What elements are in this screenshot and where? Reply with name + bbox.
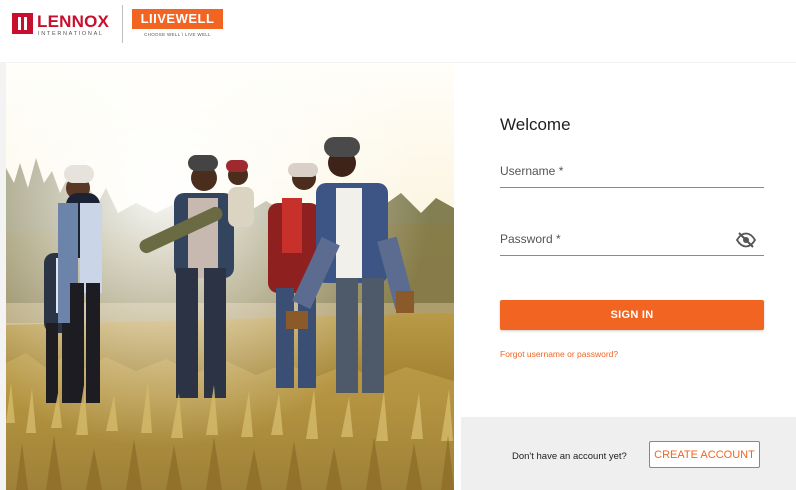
sign-in-button[interactable]: SIGN IN — [500, 300, 764, 330]
livewell-logo: LIIVEWELL CHOOSE WELL \ LIVE WELL — [132, 9, 224, 41]
signup-footer: Don't have an account yet? CREATE ACCOUN… — [461, 417, 796, 490]
livewell-name: LIIVEWELL — [132, 9, 223, 29]
username-field[interactable]: Username * — [500, 159, 764, 188]
lennox-mark-icon — [12, 13, 33, 34]
password-field[interactable]: Password * — [500, 227, 764, 256]
lennox-name: LENNOX — [37, 12, 110, 31]
welcome-heading: Welcome — [500, 115, 571, 134]
logo-divider — [122, 5, 123, 43]
login-form-panel: Welcome Username * Password * SIGN IN Fo… — [461, 63, 796, 490]
create-account-button[interactable]: CREATE ACCOUNT — [649, 441, 760, 468]
login-card: Welcome Username * Password * SIGN IN Fo… — [6, 63, 796, 490]
no-account-text: Don't have an account yet? — [512, 451, 627, 462]
hero-photo — [6, 63, 454, 490]
livewell-tagline: CHOOSE WELL \ LIVE WELL — [144, 32, 211, 37]
username-label: Username * — [500, 164, 564, 178]
forgot-credentials-link[interactable]: Forgot username or password? — [500, 349, 618, 359]
header: LENNOX INTERNATIONAL LIIVEWELL CHOOSE WE… — [0, 0, 796, 62]
password-label: Password * — [500, 232, 561, 246]
eye-off-icon[interactable] — [735, 232, 757, 248]
lennox-subtitle: INTERNATIONAL — [38, 31, 104, 37]
lennox-logo: LENNOX INTERNATIONAL — [12, 12, 116, 38]
